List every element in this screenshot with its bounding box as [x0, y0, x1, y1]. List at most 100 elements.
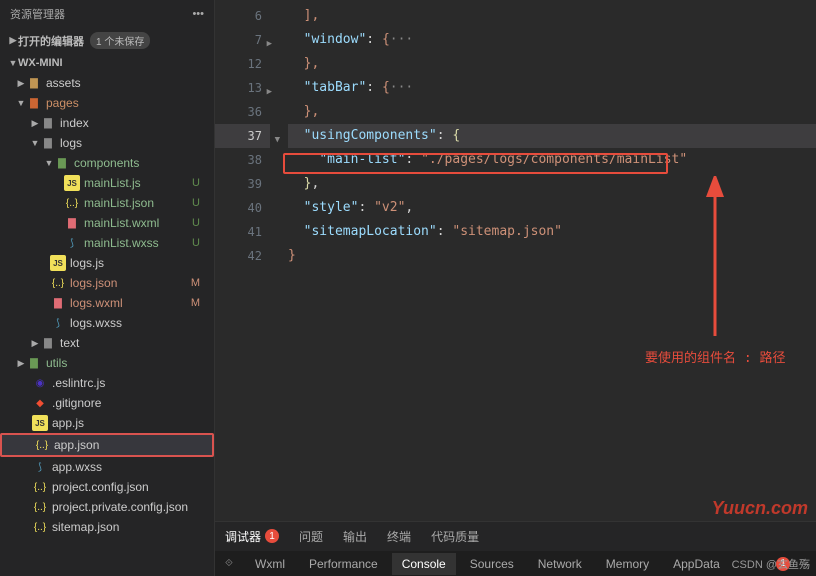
error-badge: 1 — [265, 529, 279, 543]
subtab-console[interactable]: Console — [392, 553, 456, 575]
label: .eslintrc.js — [52, 376, 105, 390]
git-icon: ◆ — [32, 395, 48, 411]
label: assets — [46, 76, 81, 90]
label: mainList.json — [84, 196, 154, 210]
label: mainList.wxml — [84, 216, 159, 230]
chevron-down-icon: ▼ — [44, 158, 54, 168]
file-app-json[interactable]: {..} app.json — [0, 433, 214, 457]
json-icon: {..} — [32, 499, 48, 515]
label: logs.wxml — [70, 296, 123, 310]
file-logs-js[interactable]: JS logs.js — [0, 253, 214, 273]
tab-quality[interactable]: 代码质量 — [421, 522, 489, 551]
wxss-icon: ⟆ — [64, 235, 80, 251]
label: utils — [46, 356, 67, 370]
file-mainlist-wxml[interactable]: ▇ mainList.wxml U — [0, 213, 214, 233]
chevron-right-icon: ▶ — [16, 78, 26, 89]
file-project-private[interactable]: {..} project.private.config.json — [0, 497, 214, 517]
chevron-down-icon: ▼ — [30, 138, 40, 148]
file-gitignore[interactable]: ◆ .gitignore — [0, 393, 214, 413]
folder-icon: ▇ — [26, 95, 42, 111]
tab-debugger[interactable]: 调试器 1 — [215, 522, 289, 552]
json-icon: {..} — [34, 437, 50, 453]
chevron-right-icon: ▶ — [30, 338, 40, 349]
wxss-icon: ⟆ — [50, 315, 66, 331]
open-editors-section[interactable]: ▶ 打开的编辑器 1 个未保存 — [0, 28, 214, 53]
inspect-icon[interactable]: ⟐ — [221, 556, 237, 572]
subtab-memory[interactable]: Memory — [596, 553, 659, 575]
folder-components[interactable]: ▼ ▇ components — [0, 153, 214, 173]
chevron-down-icon: ▼ — [16, 98, 26, 108]
more-icon[interactable]: ••• — [192, 8, 204, 20]
scm-status: U — [192, 177, 210, 189]
editor-area: 6 7▶ 12 13▶ 36 37▼ 38 39 40 41 42 ], "wi… — [215, 0, 816, 576]
file-tree: ▶ ▇ assets ▼ ▇ pages ▶ ▇ index ▼ ▇ logs … — [0, 73, 214, 576]
bottom-panel: 调试器 1 问题 输出 终端 代码质量 ⟐ Wxml Performance C… — [215, 521, 816, 576]
folder-assets[interactable]: ▶ ▇ assets — [0, 73, 214, 93]
folder-icon: ▇ — [26, 75, 42, 91]
eslint-icon: ◉ — [32, 375, 48, 391]
file-logs-wxss[interactable]: ⟆ logs.wxss — [0, 313, 214, 333]
project-section[interactable]: ▼ WX-MINI — [0, 53, 214, 73]
scm-status: U — [192, 217, 210, 229]
tab-terminal[interactable]: 终端 — [377, 522, 421, 551]
label: app.js — [52, 416, 84, 430]
label: project.private.config.json — [52, 500, 188, 514]
scm-status: U — [192, 197, 210, 209]
file-app-js[interactable]: JS app.js — [0, 413, 214, 433]
unsaved-badge: 1 个未保存 — [90, 32, 150, 49]
code-content[interactable]: ], "window": {··· }, "tabBar": {··· }, "… — [270, 0, 816, 521]
folder-icon: ▇ — [40, 115, 56, 131]
label: text — [60, 336, 79, 350]
tab-problems[interactable]: 问题 — [289, 522, 333, 551]
file-app-wxss[interactable]: ⟆ app.wxss — [0, 457, 214, 477]
file-logs-wxml[interactable]: ▇ logs.wxml M — [0, 293, 214, 313]
sidebar: 资源管理器 ••• ▶ 打开的编辑器 1 个未保存 ▼ WX-MINI ▶ ▇ … — [0, 0, 215, 576]
folder-pages[interactable]: ▼ ▇ pages — [0, 93, 214, 113]
wxml-icon: ▇ — [50, 295, 66, 311]
json-icon: {..} — [50, 275, 66, 291]
folder-icon: ▇ — [54, 155, 70, 171]
wxml-icon: ▇ — [64, 215, 80, 231]
folder-utils[interactable]: ▶ ▇ utils — [0, 353, 214, 373]
js-icon: JS — [64, 175, 80, 191]
js-icon: JS — [50, 255, 66, 271]
subtab-performance[interactable]: Performance — [299, 553, 388, 575]
subtab-wxml[interactable]: Wxml — [245, 553, 295, 575]
label: mainList.wxss — [84, 236, 159, 250]
folder-text[interactable]: ▶ ▇ text — [0, 333, 214, 353]
code-editor[interactable]: 6 7▶ 12 13▶ 36 37▼ 38 39 40 41 42 ], "wi… — [215, 0, 816, 521]
wxss-icon: ⟆ — [32, 459, 48, 475]
folder-icon: ▇ — [40, 335, 56, 351]
file-logs-json[interactable]: {..} logs.json M — [0, 273, 214, 293]
folder-logs[interactable]: ▼ ▇ logs — [0, 133, 214, 153]
file-project-config[interactable]: {..} project.config.json — [0, 477, 214, 497]
folder-icon: ▇ — [40, 135, 56, 151]
chevron-right-icon: ▶ — [30, 118, 40, 129]
json-icon: {..} — [32, 479, 48, 495]
file-eslintrc[interactable]: ◉ .eslintrc.js — [0, 373, 214, 393]
file-mainlist-js[interactable]: JS mainList.js U — [0, 173, 214, 193]
label: logs.js — [70, 256, 104, 270]
folder-index[interactable]: ▶ ▇ index — [0, 113, 214, 133]
label: app.wxss — [52, 460, 102, 474]
devtools-tabs: ⟐ Wxml Performance Console Sources Netwo… — [215, 551, 816, 576]
file-sitemap[interactable]: {..} sitemap.json — [0, 517, 214, 537]
subtab-sources[interactable]: Sources — [460, 553, 524, 575]
line-gutter: 6 7▶ 12 13▶ 36 37▼ 38 39 40 41 42 — [215, 0, 270, 521]
label: logs.wxss — [70, 316, 122, 330]
file-mainlist-wxss[interactable]: ⟆ mainList.wxss U — [0, 233, 214, 253]
label: .gitignore — [52, 396, 101, 410]
label: sitemap.json — [52, 520, 119, 534]
more-icon[interactable]: ⋮ — [798, 557, 810, 571]
json-icon: {..} — [64, 195, 80, 211]
file-mainlist-json[interactable]: {..} mainList.json U — [0, 193, 214, 213]
subtab-appdata[interactable]: AppData — [663, 553, 730, 575]
open-editors-label: 打开的编辑器 — [18, 33, 84, 49]
panel-tabs: 调试器 1 问题 输出 终端 代码质量 — [215, 522, 816, 551]
subtab-network[interactable]: Network — [528, 553, 592, 575]
chevron-right-icon: ▶ — [8, 35, 18, 46]
tab-output[interactable]: 输出 — [333, 522, 377, 551]
explorer-header: 资源管理器 ••• — [0, 0, 214, 28]
js-icon: JS — [32, 415, 48, 431]
project-name: WX-MINI — [18, 57, 63, 69]
